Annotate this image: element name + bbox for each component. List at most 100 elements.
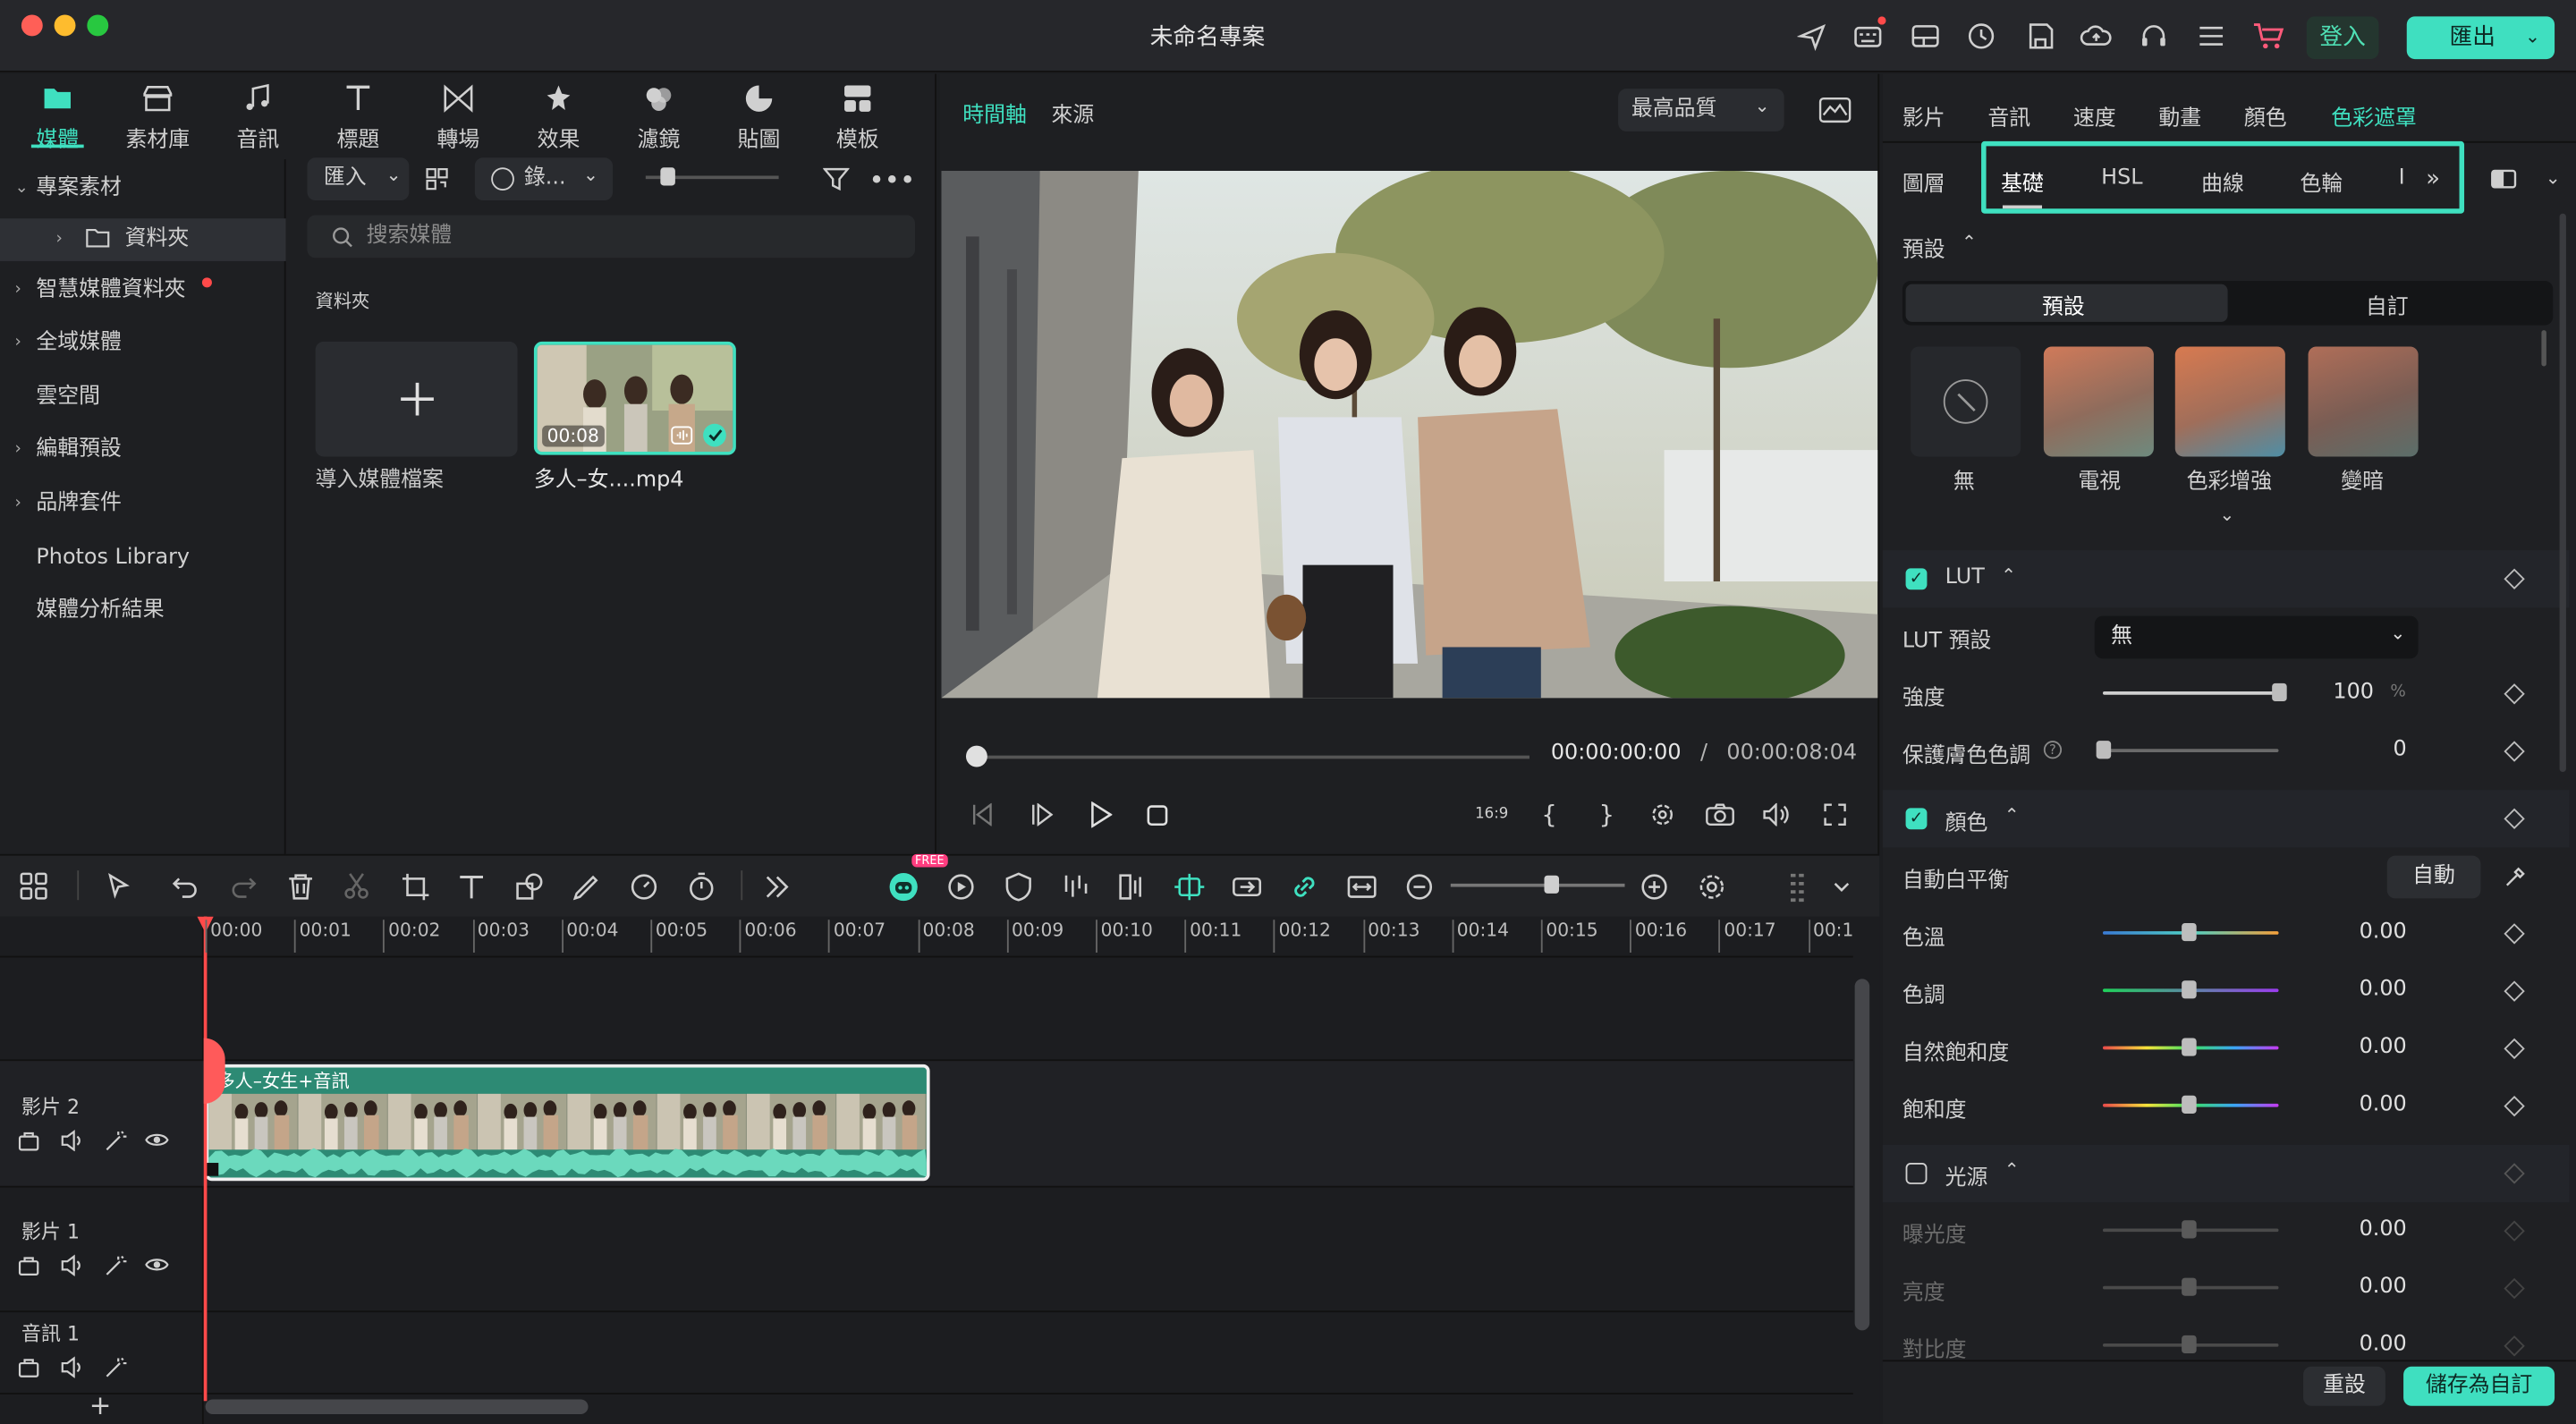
chevron-up-icon[interactable]: ⌃ [2001,565,2016,587]
lut-intensity-value[interactable]: 100 [2275,680,2374,705]
fit-icon[interactable] [1345,870,1378,903]
tab-store[interactable]: 素材庫 [112,82,204,153]
speaker-icon[interactable] [59,1355,85,1378]
preset-tv[interactable] [2043,346,2154,457]
shield-icon[interactable] [1002,870,1035,903]
layer-label[interactable]: 圖層 [1902,165,1945,198]
chevron-up-icon[interactable]: ⌃ [1962,232,1977,253]
compare-view-icon[interactable] [2489,165,2519,191]
zoom-in-icon[interactable] [1638,870,1671,903]
record-dropdown[interactable]: 錄... ⌄ [474,157,614,201]
delete-icon[interactable] [284,870,318,903]
settings-gear-icon[interactable] [1695,870,1728,903]
eye-icon[interactable] [145,1253,171,1276]
chevron-double-right-icon[interactable]: » [2419,165,2445,191]
aspect-ratio-icon[interactable]: 16:9 [1474,797,1510,833]
right-tab-2[interactable]: 速度 [2073,100,2116,131]
filter-icon[interactable] [820,163,853,196]
right-tab-5[interactable]: 色彩遮罩 [2331,100,2417,131]
select-arrow-icon[interactable] [104,870,137,903]
timeline-zoom-slider[interactable] [1450,883,1625,887]
color-row-value[interactable]: 0.00 [2309,920,2407,945]
speaker-icon[interactable] [59,1253,85,1276]
send-icon[interactable] [1794,20,1830,53]
lut-intensity-slider[interactable] [2102,691,2279,695]
skin-tone-knob[interactable] [2096,741,2112,759]
replace-icon[interactable] [1231,870,1264,903]
headset-icon[interactable] [2136,20,2172,53]
sub-tab-1[interactable]: HSL [2101,165,2142,191]
render-settings-icon[interactable] [1646,797,1679,833]
tab-template[interactable]: 模板 [811,82,903,153]
play-icon[interactable] [1084,798,1117,831]
undo-icon[interactable] [169,870,202,903]
properties-scrollbar[interactable] [2559,213,2566,773]
timeline-horizontal-scrollbar[interactable] [205,1399,589,1414]
minimize-window-button[interactable] [54,14,76,37]
tree-item-7[interactable]: Photos Library [0,537,286,580]
preset-toggle-custom[interactable]: 自訂 [2366,289,2409,321]
chevron-down-icon[interactable] [1826,870,1859,903]
tab-title-t[interactable]: 標題 [312,82,404,153]
tree-item-3[interactable]: › 全域媒體 [0,322,286,365]
timeline-vertical-scrollbar[interactable] [1854,979,1870,1331]
login-button[interactable]: 登入 [2306,16,2379,60]
redo-icon[interactable] [226,870,259,903]
right-tab-1[interactable]: 音訊 [1987,100,2030,131]
split-audio-icon[interactable] [1115,870,1148,903]
tab-music[interactable]: 音訊 [212,82,304,153]
crop-icon[interactable] [399,870,432,903]
search-media-input[interactable]: 搜索媒體 [307,215,916,259]
light-row-knob[interactable] [2182,1220,2197,1239]
ai-robot-icon[interactable] [887,870,920,903]
sub-tab-3[interactable]: 色輪 [2300,165,2343,198]
color-row-knob[interactable] [2182,1038,2197,1056]
light-row-knob[interactable] [2182,1335,2197,1354]
tree-item-0[interactable]: ⌄ 專案素材 [0,167,286,210]
cloud-upload-icon[interactable] [2078,20,2114,53]
stop-icon[interactable] [1140,798,1174,831]
tab-transition[interactable]: 轉場 [412,82,504,153]
link-icon[interactable] [1288,870,1321,903]
magic-icon[interactable] [102,1253,128,1276]
tab-timeline[interactable]: 時間軸 [962,97,1027,129]
zoom-out-icon[interactable] [1403,870,1436,903]
sub-tab-2[interactable]: 曲線 [2201,165,2244,198]
preset-darken[interactable] [2308,346,2419,457]
scrubber-knob[interactable] [965,745,987,767]
chevron-down-icon[interactable]: ⌄ [2541,165,2564,189]
cut-icon[interactable] [340,870,373,903]
right-tab-4[interactable]: 顏色 [2244,100,2287,131]
zoom-window-button[interactable] [87,14,109,37]
preview-scrubber[interactable] [975,755,1530,759]
preset-color-enhance[interactable] [2174,346,2285,457]
folder-lock-icon[interactable] [16,1253,42,1276]
speaker-icon[interactable] [59,1128,85,1152]
color-checkbox[interactable]: ✓ [1905,808,1928,830]
eye-icon[interactable] [145,1128,171,1151]
playhead[interactable] [203,916,208,1402]
scopes-icon[interactable] [1817,94,1852,127]
color-row-value[interactable]: 0.00 [2309,1035,2407,1060]
import-dropdown[interactable]: 匯入 ⌄ [307,157,410,201]
close-window-button[interactable] [21,14,43,37]
tree-item-8[interactable]: 媒體分析結果 [0,589,286,632]
sub-tab-0[interactable]: 基礎 [2001,165,2044,198]
cart-icon[interactable] [2250,20,2286,53]
previous-frame-icon[interactable] [966,798,999,831]
thumbnail-size-knob[interactable] [660,167,675,186]
qr-grid-icon[interactable] [420,163,453,196]
reset-button[interactable]: 重設 [2303,1366,2385,1406]
magic-icon[interactable] [102,1128,128,1151]
lut-preset-select[interactable]: 無 ⌄ [2094,615,2419,659]
chevron-up-icon[interactable]: ⌃ [2004,1159,2020,1181]
text-icon[interactable] [455,870,488,903]
light-row-value[interactable]: 0.00 [2309,1275,2407,1300]
light-checkbox[interactable] [1905,1163,1928,1184]
beat-icon[interactable] [1060,870,1093,903]
sub-tab-4[interactable]: I [2399,165,2405,191]
auto-reframe-icon[interactable] [945,870,978,903]
tab-effects[interactable]: 效果 [513,82,605,153]
mark-out-icon[interactable]: } [1592,797,1622,833]
menu-icon[interactable] [2193,20,2229,53]
